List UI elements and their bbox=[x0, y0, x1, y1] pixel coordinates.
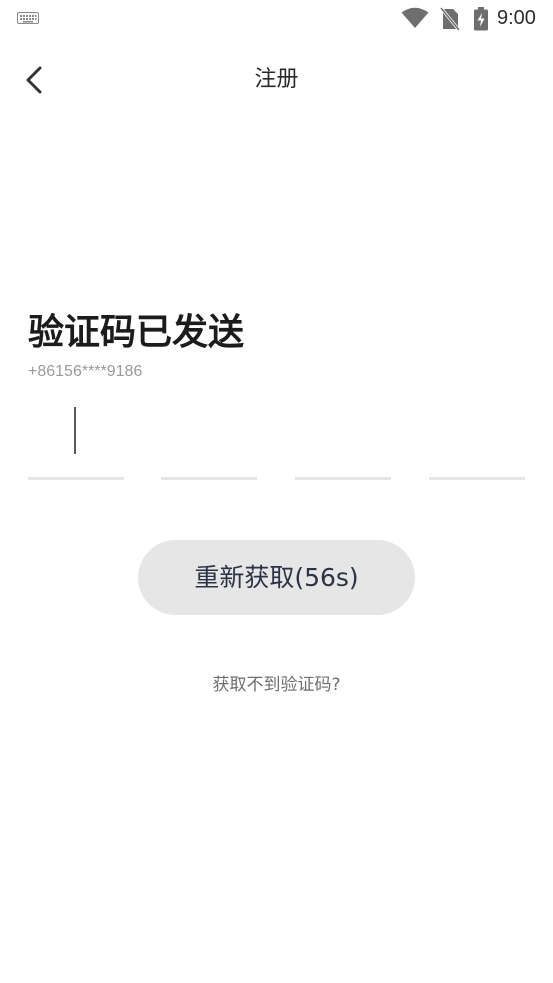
page-title: 注册 bbox=[254, 67, 299, 92]
cannot-receive-code-link[interactable]: 获取不到验证码? bbox=[0, 673, 553, 697]
code-digit-underline bbox=[295, 477, 391, 480]
masked-phone-number: +86156****9186 bbox=[28, 363, 143, 380]
code-digit-underline bbox=[429, 477, 525, 480]
code-digit-underline bbox=[161, 477, 257, 480]
code-digit-box-1[interactable] bbox=[28, 400, 124, 480]
battery-charging-icon bbox=[474, 7, 488, 31]
status-time: 9:00 bbox=[497, 7, 536, 29]
no-sim-icon bbox=[440, 7, 460, 31]
code-digit-underline bbox=[28, 477, 124, 480]
resend-code-button[interactable]: 重新获取(56s) bbox=[138, 540, 415, 615]
text-caret bbox=[74, 407, 76, 454]
code-digit-box-4[interactable] bbox=[429, 400, 525, 480]
wifi-icon bbox=[401, 7, 429, 28]
status-bar: 9:00 bbox=[0, 0, 553, 38]
keyboard-icon bbox=[17, 12, 39, 24]
verification-code-input[interactable] bbox=[28, 400, 525, 482]
code-digit-box-3[interactable] bbox=[295, 400, 391, 480]
register-verify-screen: 9:00 注册 验证码已发送 +86156****9186 重新获取(56s) bbox=[0, 0, 553, 983]
code-digit-box-2[interactable] bbox=[161, 400, 257, 480]
verification-heading: 验证码已发送 bbox=[28, 312, 245, 353]
